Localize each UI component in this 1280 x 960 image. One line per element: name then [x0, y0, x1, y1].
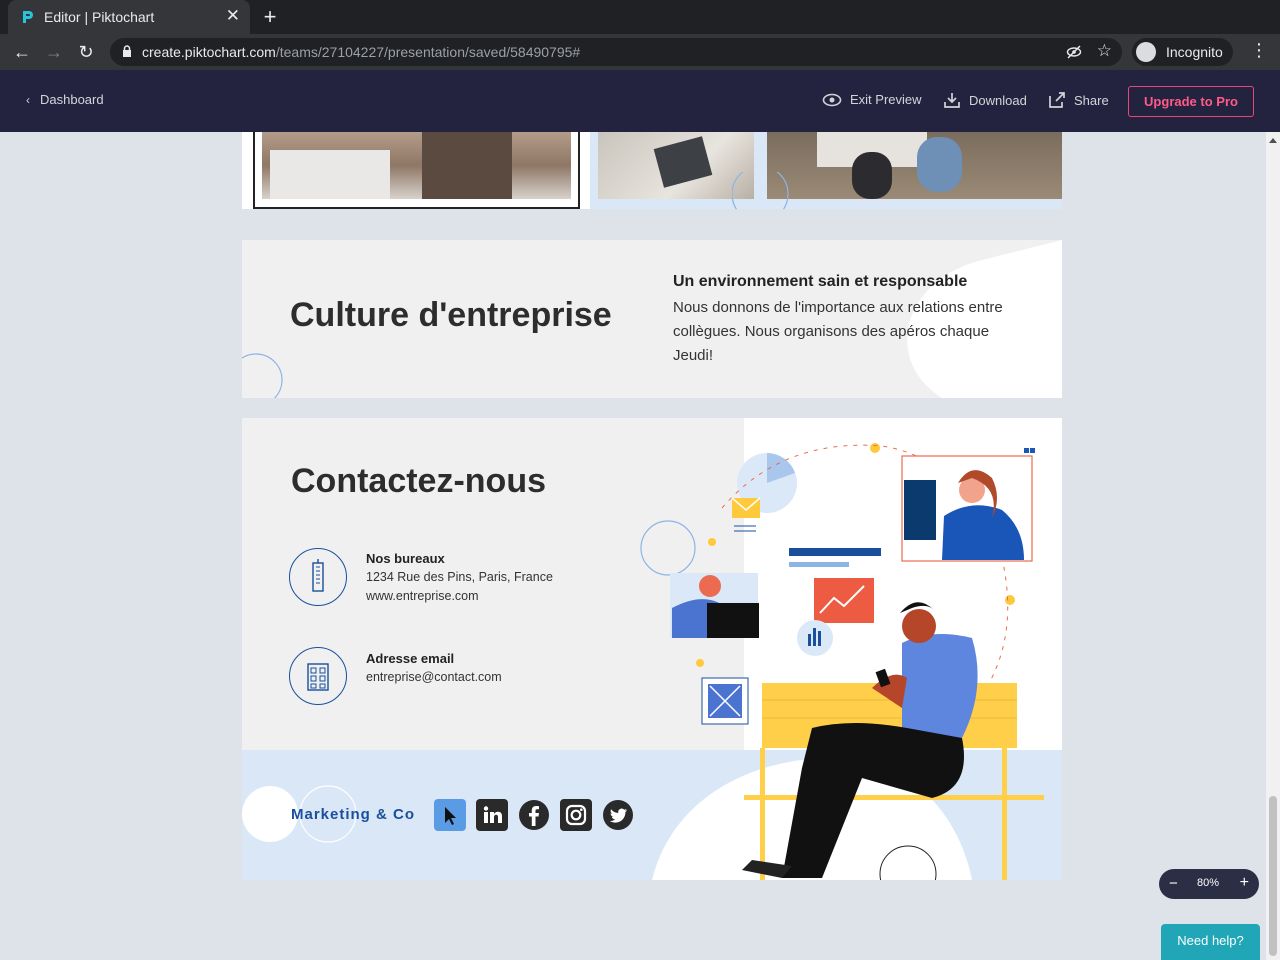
- cursor-icon[interactable]: [434, 799, 466, 831]
- vertical-scrollbar[interactable]: [1266, 132, 1280, 960]
- presentation-canvas[interactable]: Culture d'entreprise Un environnement sa…: [0, 132, 1266, 960]
- upgrade-button[interactable]: Upgrade to Pro: [1128, 86, 1254, 117]
- reload-icon[interactable]: ↻: [74, 40, 98, 64]
- building-icon-circle: [289, 548, 347, 606]
- facebook-icon[interactable]: [518, 799, 550, 831]
- culture-title: Culture d'entreprise: [290, 296, 612, 334]
- email-address[interactable]: entreprise@contact.com: [366, 670, 502, 684]
- person-with-phone-illustration: [640, 443, 1044, 880]
- culture-slide: Culture d'entreprise Un environnement sa…: [242, 240, 1062, 398]
- browser-menu-icon[interactable]: ⋮: [1250, 40, 1268, 61]
- team-working-photo: [767, 132, 1062, 199]
- browser-tab[interactable]: Editor | Piktochart ✕: [8, 0, 250, 34]
- email-heading: Adresse email: [366, 651, 455, 666]
- twitter-icon[interactable]: [602, 799, 634, 831]
- meeting-laptop-photo: [262, 132, 571, 199]
- close-tab-icon[interactable]: ✕: [226, 7, 240, 25]
- office-block-icon: [307, 663, 329, 691]
- zoom-control: − 80% +: [1159, 869, 1259, 899]
- zoom-level: 80%: [1197, 877, 1220, 889]
- scroll-up-arrow-icon[interactable]: [1269, 138, 1277, 143]
- browser-tabbar: Editor | Piktochart ✕ +: [0, 0, 1280, 34]
- new-tab-icon[interactable]: +: [258, 4, 282, 30]
- zoom-in-button[interactable]: +: [1240, 874, 1249, 892]
- lock-icon: [123, 45, 131, 57]
- share-icon: [1049, 92, 1065, 108]
- contact-title: Contactez-nous: [291, 462, 546, 500]
- decorative-circle: [732, 172, 789, 209]
- download-icon: [944, 93, 960, 108]
- share-button[interactable]: Share: [1048, 92, 1109, 108]
- incognito-icon: [1136, 42, 1156, 62]
- culture-body: Nous donnons de l'importance aux relatio…: [673, 299, 1003, 364]
- brand-name: Marketing & Co: [291, 806, 416, 823]
- instagram-icon[interactable]: [560, 799, 592, 831]
- chevron-left-icon: ‹: [26, 93, 30, 107]
- building-icon: [312, 559, 324, 592]
- office-website[interactable]: www.entreprise.com: [366, 589, 479, 603]
- desk-laptop-photo: [598, 132, 754, 199]
- scrollbar-thumb[interactable]: [1269, 796, 1277, 956]
- team-photos-slide: [242, 132, 1062, 209]
- contact-slide: Contactez-nous Nos bureaux 1234 Rue des …: [242, 418, 1062, 880]
- download-button[interactable]: Download: [943, 92, 1027, 108]
- app-header: ‹ Dashboard Exit Preview Download Share U…: [0, 70, 1280, 132]
- office-address: 1234 Rue des Pins, Paris, France: [366, 570, 553, 584]
- email-icon-circle: [289, 647, 347, 705]
- forward-arrow-icon[interactable]: →: [42, 40, 66, 64]
- url-text: create.piktochart.com/teams/27104227/pre…: [142, 44, 581, 60]
- eye-off-icon[interactable]: [1066, 44, 1082, 60]
- dashboard-link[interactable]: ‹ Dashboard: [26, 92, 104, 107]
- tab-title: Editor | Piktochart: [44, 9, 155, 25]
- browser-toolbar: ← → ↻ create.piktochart.com/teams/271042…: [0, 34, 1280, 70]
- culture-heading: Un environnement sain et responsable: [673, 273, 968, 290]
- eye-icon: [822, 93, 842, 106]
- need-help-button[interactable]: Need help?: [1161, 924, 1260, 960]
- piktochart-icon: [23, 11, 33, 23]
- linkedin-icon[interactable]: [476, 799, 508, 831]
- exit-preview-button[interactable]: Exit Preview: [822, 92, 922, 107]
- bookmark-star-icon[interactable]: ☆: [1097, 41, 1112, 61]
- back-arrow-icon[interactable]: ←: [10, 40, 34, 64]
- incognito-badge[interactable]: Incognito: [1132, 38, 1233, 66]
- office-heading: Nos bureaux: [366, 551, 445, 566]
- address-bar[interactable]: create.piktochart.com/teams/27104227/pre…: [110, 38, 1122, 66]
- zoom-out-button[interactable]: −: [1169, 875, 1178, 892]
